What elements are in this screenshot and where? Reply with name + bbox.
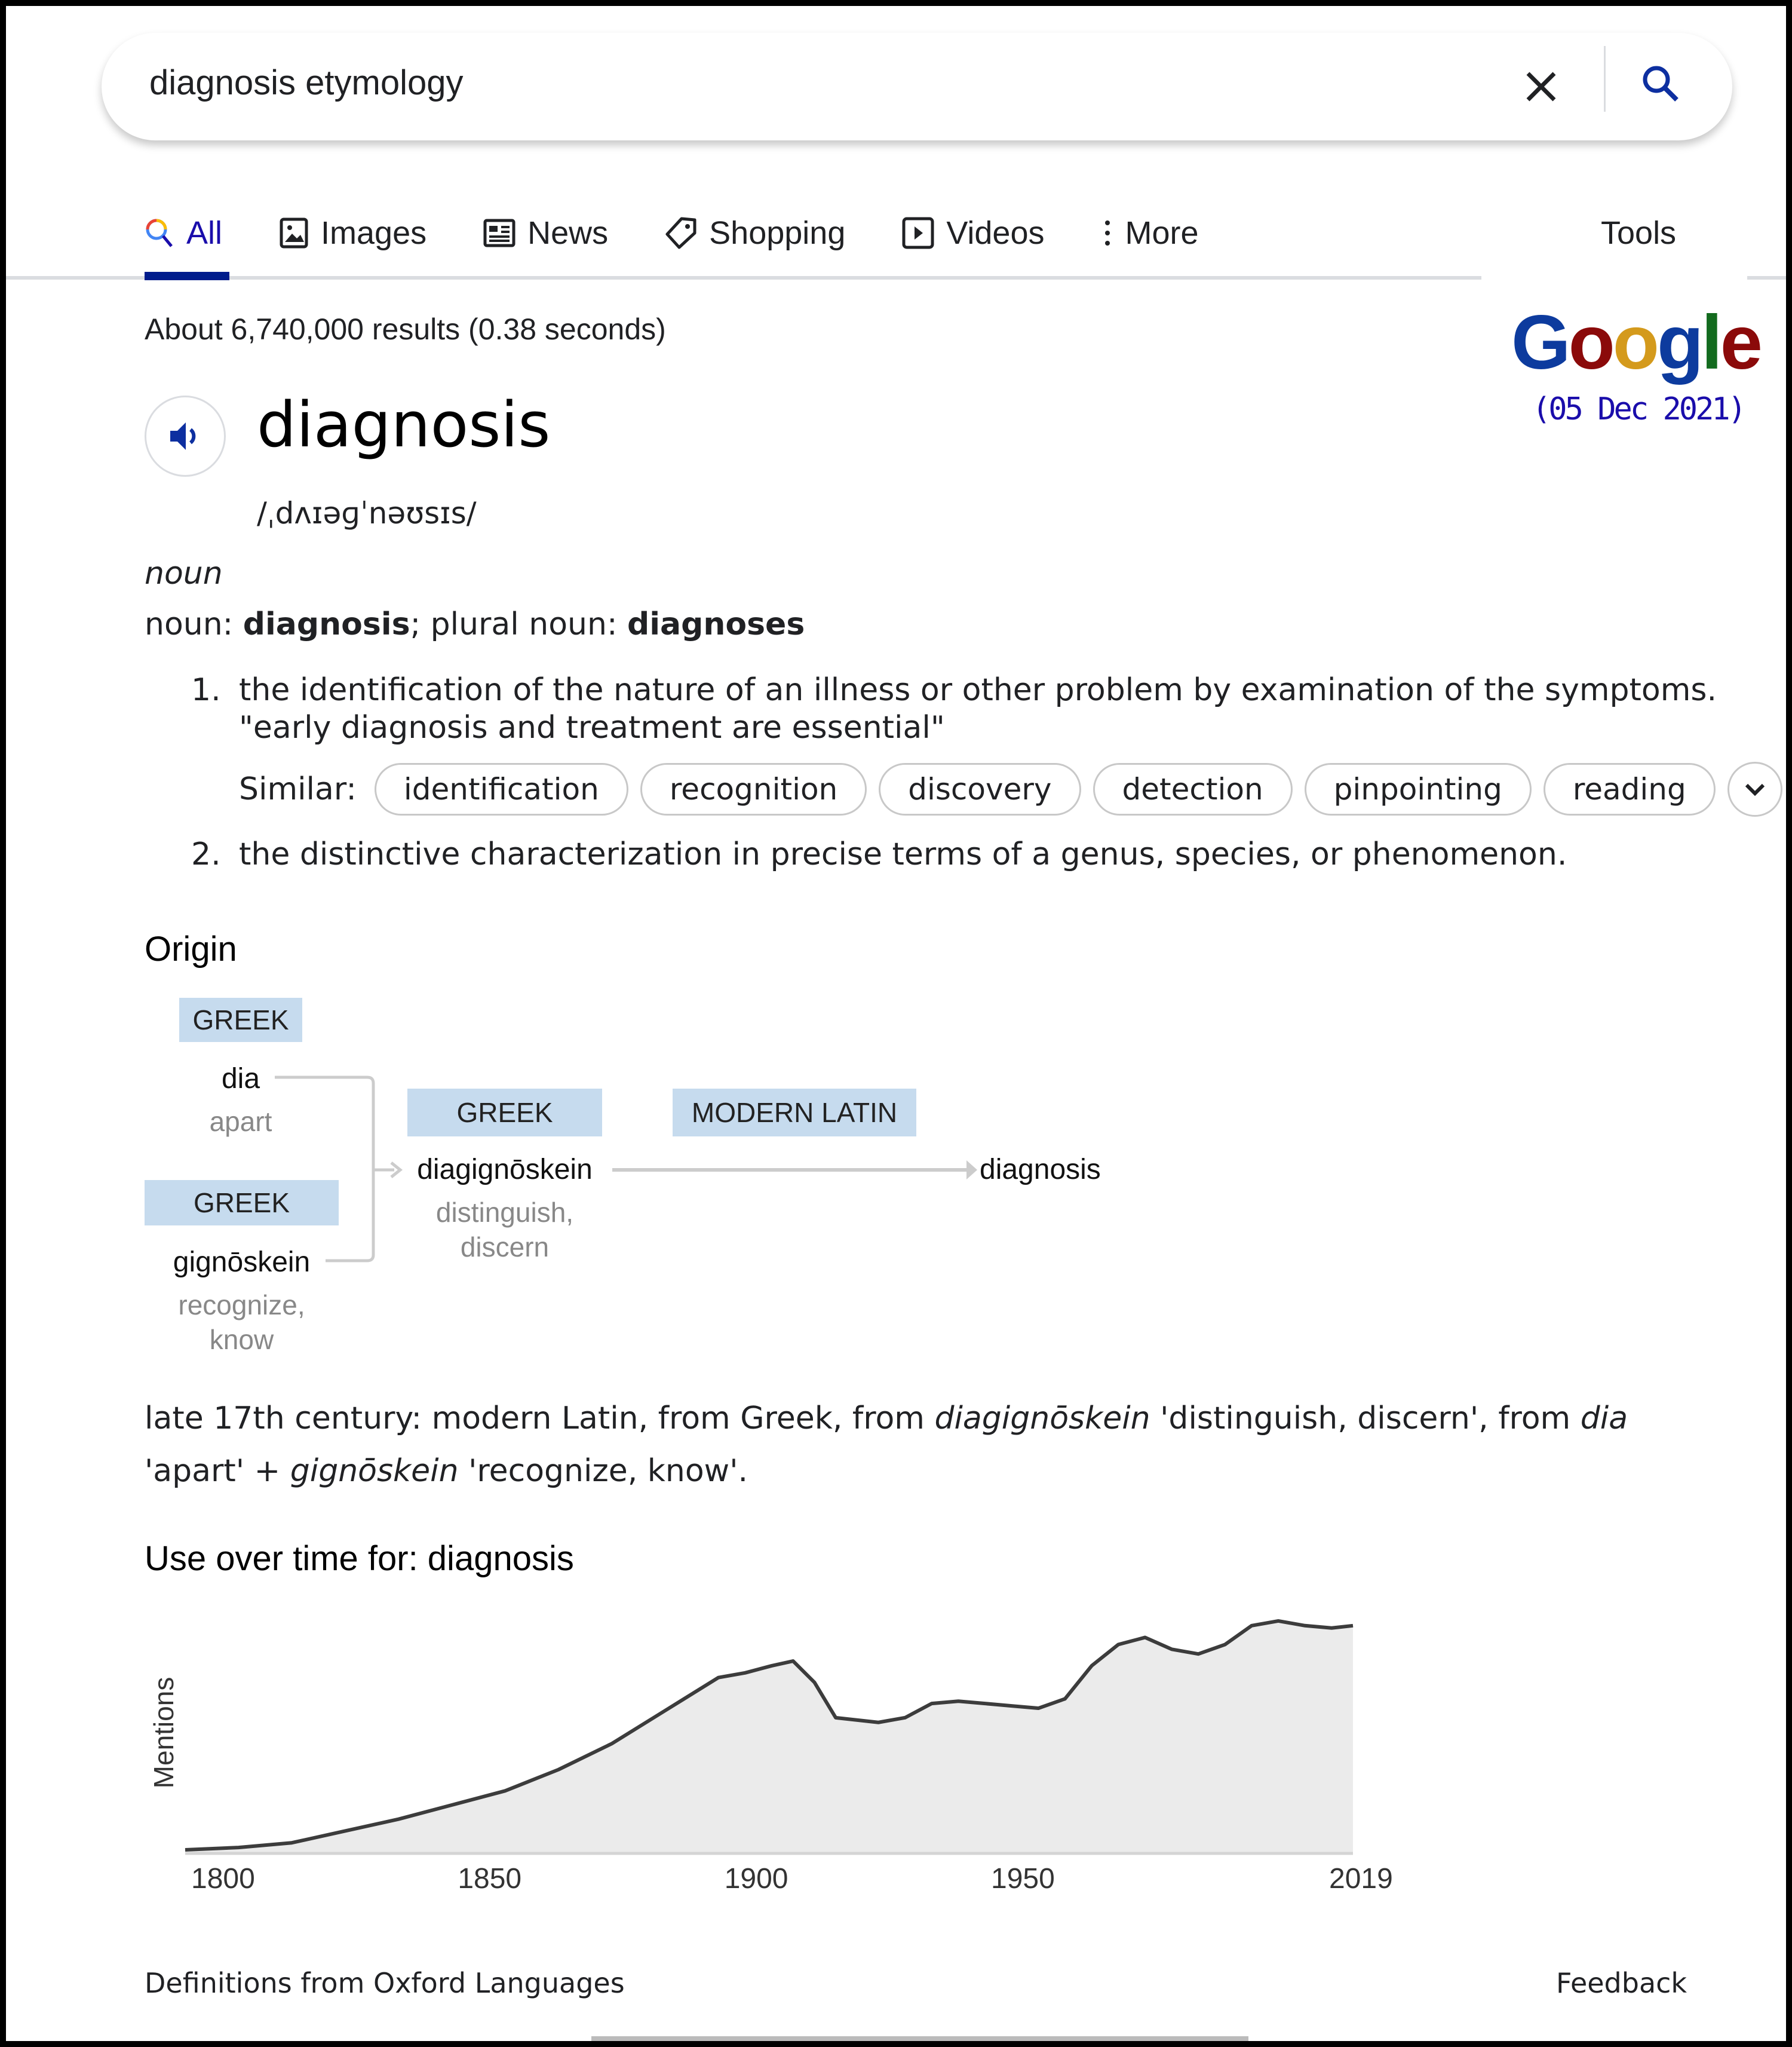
expand-similar-button[interactable] (1727, 762, 1782, 817)
logo-letter: G (1511, 300, 1571, 385)
origin-gloss: recognize, (178, 1289, 305, 1320)
x-tick-label: 1900 (725, 1863, 788, 1894)
etym-text: 'apart' + (145, 1453, 290, 1489)
origin-word: gignōskein (173, 1246, 311, 1278)
language-tag: GREEK (179, 998, 302, 1042)
page: diagnosis etymology All Images News Shop… (6, 6, 1786, 2041)
logo-letter: g (1656, 300, 1704, 385)
etym-text: 'recognize, know'. (458, 1453, 748, 1489)
search-icon (1643, 66, 1679, 102)
etym-term: diagignōskein (934, 1401, 1150, 1436)
origin-word: diagignōskein (417, 1154, 593, 1185)
x-tick-label: 1950 (991, 1863, 1055, 1894)
logo-letter: l (1701, 300, 1723, 385)
close-icon (1526, 72, 1556, 102)
origin-word: dia (221, 1063, 260, 1095)
origin-word: diagnosis (980, 1154, 1101, 1185)
language-tag: GREEK (407, 1089, 602, 1136)
etym-text: 'distinguish, discern', from (1150, 1401, 1581, 1436)
language-tag: GREEK (145, 1180, 339, 1225)
similar-chip[interactable]: reading (1543, 763, 1716, 816)
origin-gloss: know (209, 1324, 274, 1355)
origin-gloss: apart (209, 1106, 272, 1137)
google-logo: Google (1511, 299, 1763, 387)
x-tick-label: 2019 (1329, 1863, 1392, 1894)
logo-letter: o (1568, 300, 1615, 385)
logo-letter: o (1612, 300, 1659, 385)
chevron-down-icon (1745, 783, 1765, 796)
search-button[interactable] (1631, 54, 1690, 114)
similar-chip[interactable]: pinpointing (1304, 763, 1532, 816)
tools-button[interactable]: Tools (1601, 209, 1676, 257)
horizontal-scrollbar[interactable] (591, 2036, 1248, 2041)
chart-title: Use over time for: diagnosis (145, 1539, 574, 1578)
clear-button[interactable] (1517, 60, 1565, 114)
origin-gloss: distinguish, (435, 1197, 574, 1228)
etym-term: dia (1580, 1401, 1628, 1436)
y-axis-label: Mentions (148, 1677, 179, 1789)
feedback-link[interactable]: Feedback (1556, 1967, 1687, 1999)
etym-text: late 17th century: modern Latin, from Gr… (145, 1401, 935, 1436)
arrowhead (966, 1160, 977, 1179)
x-tick-label: 1850 (458, 1863, 521, 1894)
x-tick-label: 1800 (191, 1863, 255, 1894)
usage-chart: Mentions 1800 1850 1900 1950 2019 (148, 1619, 1392, 1894)
origin-gloss: discern (460, 1231, 550, 1262)
capture-date: (05 Dec 2021) (1532, 391, 1747, 427)
language-tag: MODERN LATIN (673, 1089, 916, 1136)
tabs-divider (1747, 276, 1786, 280)
search-divider (1604, 46, 1606, 112)
etym-term: gignōskein (290, 1453, 459, 1489)
definitions-source: Definitions from Oxford Languages (145, 1967, 625, 1999)
logo-letter: e (1720, 300, 1763, 385)
area-fill (185, 1620, 1353, 1852)
etymology-text: late 17th century: modern Latin, from Gr… (145, 1392, 1710, 1497)
